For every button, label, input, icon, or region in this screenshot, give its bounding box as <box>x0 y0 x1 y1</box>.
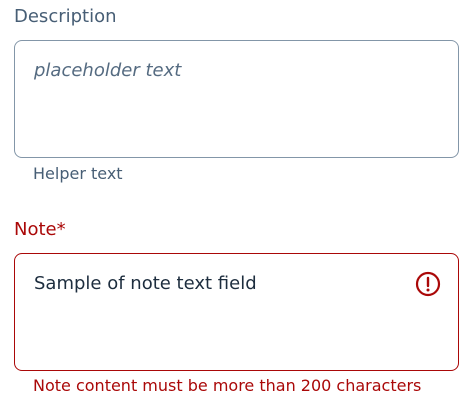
note-label: Note* <box>14 219 66 240</box>
note-value: Sample of note text field <box>34 273 257 294</box>
description-label: Description <box>14 6 117 27</box>
description-placeholder: placeholder text <box>34 60 182 81</box>
exclamation-circle-icon <box>415 271 441 297</box>
description-helper-text: Helper text <box>33 164 123 183</box>
note-error-message: Note content must be more than 200 chara… <box>33 376 422 395</box>
note-textarea[interactable]: Sample of note text field <box>14 253 459 371</box>
description-textarea[interactable]: placeholder text <box>14 40 459 158</box>
